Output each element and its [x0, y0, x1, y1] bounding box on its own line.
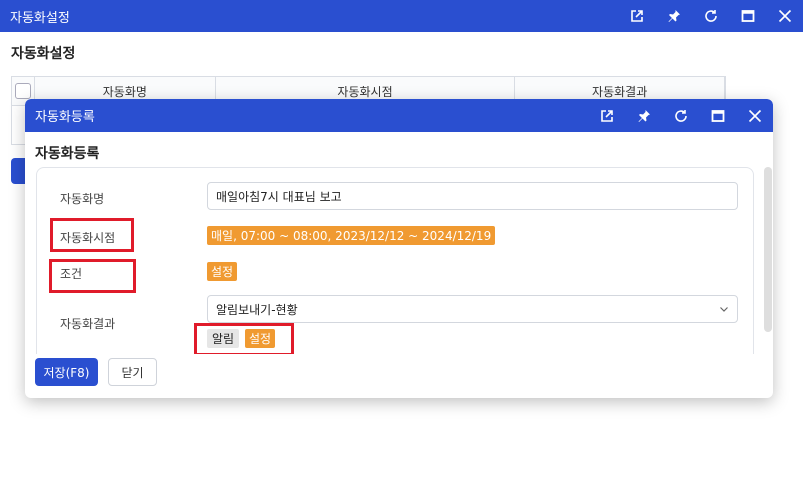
dialog-titlebar: 자동화등록: [25, 99, 773, 132]
pin-button[interactable]: [655, 0, 692, 32]
result-label: 자동화결과: [60, 317, 116, 331]
dialog-refresh-button[interactable]: [662, 100, 699, 132]
external-link-icon: [600, 109, 613, 122]
chevron-down-icon: [720, 307, 728, 312]
close-icon: [778, 9, 791, 23]
dialog-heading: 자동화등록: [35, 146, 100, 162]
open-external-button[interactable]: [618, 0, 655, 32]
dialog-maximize-button[interactable]: [699, 100, 736, 132]
dialog-close-button[interactable]: [736, 100, 773, 132]
main-window-title: 자동화설정: [10, 10, 70, 26]
external-link-icon: [630, 10, 643, 22]
close-window-button[interactable]: [766, 0, 803, 32]
page-title: 자동화설정: [11, 46, 76, 62]
refresh-icon: [674, 109, 687, 122]
condition-setting-chip[interactable]: 설정: [207, 262, 238, 281]
form-panel: 자동화명 매일아침7시 대표님 보고 자동화시점 매일, 07:00 ~ 08:…: [36, 167, 754, 354]
name-input[interactable]: 매일아침7시 대표님 보고: [207, 182, 738, 210]
name-label: 자동화명: [60, 192, 105, 206]
maximize-icon: [711, 109, 724, 122]
close-icon: [748, 109, 761, 122]
main-titlebar: 자동화설정: [0, 0, 803, 32]
dialog-title: 자동화등록: [35, 110, 95, 125]
timing-value-chip[interactable]: 매일, 07:00 ~ 08:00, 2023/12/12 ~ 2024/12/…: [207, 226, 496, 245]
automation-register-dialog: 자동화등록 자동화등록 자동화명 매일아침7시 대표님 보고 자동화시점 매일,…: [25, 99, 773, 398]
select-all-checkbox[interactable]: [14, 83, 31, 99]
form-scrollbar[interactable]: [764, 167, 772, 332]
highlight-box: [50, 218, 134, 252]
result-select[interactable]: 알림보내기-현황: [207, 295, 738, 323]
refresh-icon: [704, 10, 717, 22]
maximize-icon: [741, 10, 754, 22]
dialog-open-external-button[interactable]: [588, 100, 625, 132]
pin-icon: [638, 109, 650, 122]
highlight-box: [194, 323, 294, 354]
refresh-button[interactable]: [692, 0, 729, 32]
dialog-pin-button[interactable]: [625, 100, 662, 132]
save-button[interactable]: 저장(F8): [35, 358, 98, 386]
result-select-value: 알림보내기-현황: [216, 302, 298, 317]
maximize-button[interactable]: [729, 0, 766, 32]
pin-icon: [668, 10, 680, 22]
close-button[interactable]: 닫기: [108, 358, 157, 386]
highlight-box: [49, 259, 136, 293]
